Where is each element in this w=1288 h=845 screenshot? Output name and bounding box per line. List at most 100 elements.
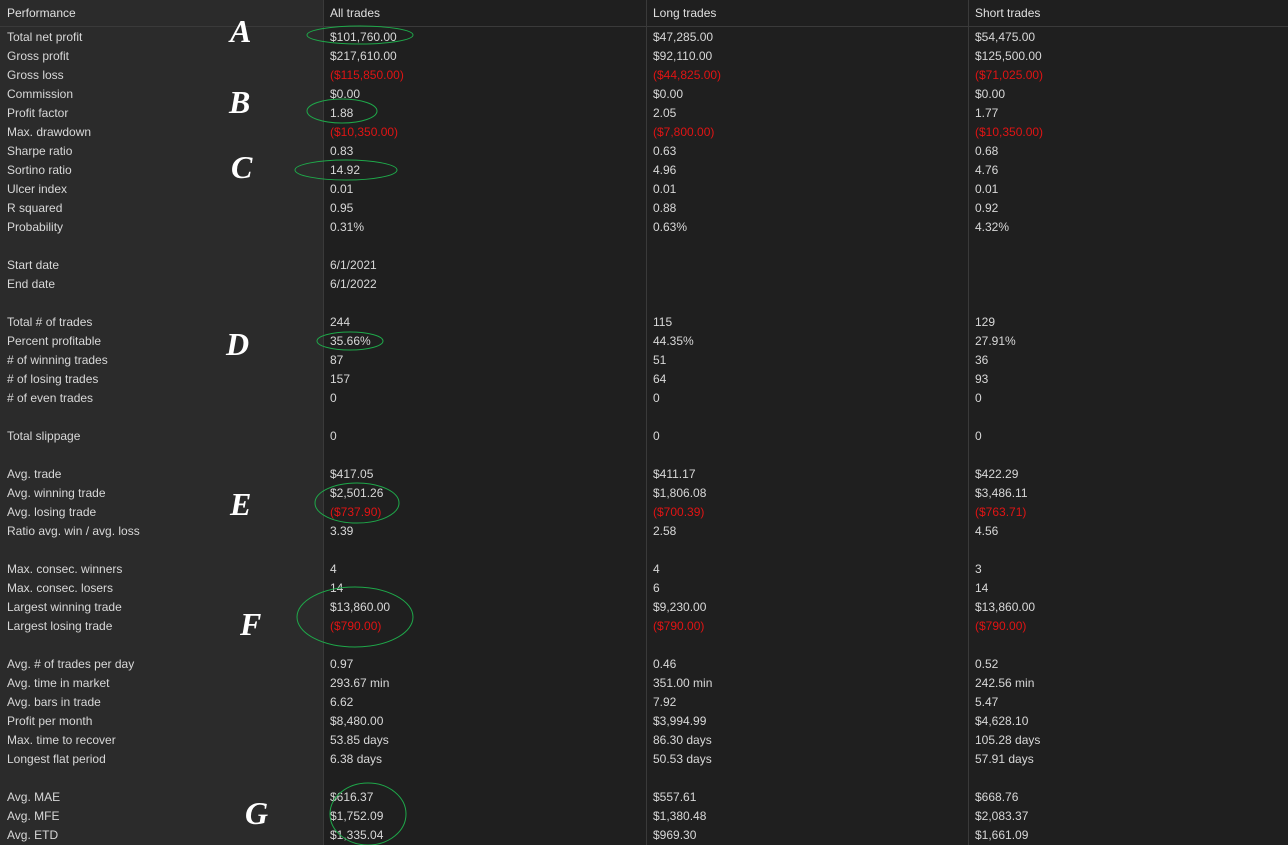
long-trades-value: 0.46 (653, 657, 677, 671)
long-trades-value: 6 (653, 581, 660, 595)
header-all-trades[interactable]: All trades (330, 6, 380, 20)
table-row: Total # of trades 244 115 129 (0, 312, 1288, 331)
header-short-trades[interactable]: Short trades (975, 6, 1040, 20)
all-trades-value: $1,335.04 (330, 828, 384, 842)
spacer-row (0, 635, 1288, 654)
long-trades-value: $92,110.00 (653, 49, 713, 63)
table-row: Gross loss ($115,850.00) ($44,825.00) ($71,… (0, 65, 1288, 84)
short-trades-value: 4.32% (975, 220, 1010, 234)
long-trades-value: 0 (653, 391, 660, 405)
long-trades-value: ($700.39) (653, 505, 705, 519)
header-performance[interactable]: Performance (7, 6, 76, 20)
table-row: Max. time to recover 53.85 days 86.30 days… (0, 730, 1288, 749)
short-trades-value: 3 (975, 562, 982, 576)
row-label: Gross profit (7, 49, 70, 63)
row-label: Max. consec. losers (7, 581, 114, 595)
table-row: End date 6/1/2022 (0, 274, 1288, 293)
row-label: Max. time to recover (7, 733, 116, 747)
all-trades-value: 14.92 (330, 163, 361, 177)
long-trades-value: 0.63% (653, 220, 688, 234)
short-trades-value: 0 (975, 391, 982, 405)
short-trades-value: 1.77 (975, 106, 999, 120)
long-trades-value: 115 (653, 315, 673, 329)
table-row: Avg. losing trade ($737.90) ($700.39) ($763… (0, 502, 1288, 521)
long-trades-value: ($44,825.00) (653, 68, 722, 82)
table-row: Avg. MAE $616.37 $557.61 $668.76 (0, 787, 1288, 806)
row-label: # of losing trades (7, 372, 99, 386)
all-trades-value: 3.39 (330, 524, 354, 538)
all-trades-value: ($737.90) (330, 505, 382, 519)
all-trades-value: $13,860.00 (330, 600, 391, 614)
all-trades-value: $101,760.00 (330, 30, 397, 44)
row-label: Avg. time in market (7, 676, 110, 690)
long-trades-value: $9,230.00 (653, 600, 707, 614)
row-label: Total slippage (7, 429, 81, 443)
row-label: Avg. bars in trade (7, 695, 101, 709)
row-label: # of winning trades (7, 353, 108, 367)
short-trades-value: 57.91 days (975, 752, 1034, 766)
all-trades-value: $217,610.00 (330, 49, 397, 63)
table-row: Profit factor 1.88 2.05 1.77 (0, 103, 1288, 122)
all-trades-value: 293.67 min (330, 676, 390, 690)
all-trades-value: 14 (330, 581, 344, 595)
row-label: Probability (7, 220, 64, 234)
all-trades-value: 0 (330, 429, 337, 443)
long-trades-value: 0 (653, 429, 660, 443)
long-trades-value: 51 (653, 353, 667, 367)
spacer-row (0, 540, 1288, 559)
table-row: Profit per month $8,480.00 $3,994.99 $4,628… (0, 711, 1288, 730)
short-trades-value: 14 (975, 581, 989, 595)
long-trades-value: $0.00 (653, 87, 684, 101)
table-row: Avg. time in market 293.67 min 351.00 min 2… (0, 673, 1288, 692)
annotation-letter-b: B (229, 84, 251, 120)
all-trades-value: 87 (330, 353, 344, 367)
table-row: Max. consec. losers 14 6 14 (0, 578, 1288, 597)
performance-grid: Performance All trades Long trades Short… (0, 0, 1288, 845)
table-row: Avg. winning trade $2,501.26 $1,806.08 $3,4… (0, 483, 1288, 502)
table-row: Commission $0.00 $0.00 $0.00 (0, 84, 1288, 103)
all-trades-value: $616.37 (330, 790, 374, 804)
all-trades-value: $2,501.26 (330, 486, 384, 500)
all-trades-value: $417.05 (330, 467, 374, 481)
short-trades-value: $3,486.11 (975, 486, 1028, 500)
all-trades-value: $0.00 (330, 87, 361, 101)
short-trades-value: $668.76 (975, 790, 1019, 804)
table-row: Probability 0.31% 0.63% 4.32% (0, 217, 1288, 236)
row-label: Avg. MFE (7, 809, 60, 823)
short-trades-value: 0.68 (975, 144, 999, 158)
header-long-trades[interactable]: Long trades (653, 6, 716, 20)
row-label: Avg. losing trade (7, 505, 97, 519)
table-row: Sortino ratio 14.92 4.96 4.76 (0, 160, 1288, 179)
row-label: Commission (7, 87, 74, 101)
all-trades-value: 6/1/2022 (330, 277, 377, 291)
spacer-row (0, 768, 1288, 787)
table-row: # of losing trades 157 64 93 (0, 369, 1288, 388)
table-row: Largest losing trade ($790.00) ($790.00) ($… (0, 616, 1288, 635)
all-trades-value: $8,480.00 (330, 714, 384, 728)
table-row: # of even trades 0 0 0 (0, 388, 1288, 407)
table-row: Start date 6/1/2021 (0, 255, 1288, 274)
annotation-letter-e: E (230, 486, 252, 522)
annotation-letter-f: F (240, 606, 262, 642)
all-trades-value: 0 (330, 391, 337, 405)
short-trades-value: 105.28 days (975, 733, 1041, 747)
table-row: R squared 0.95 0.88 0.92 (0, 198, 1288, 217)
long-trades-value: 64 (653, 372, 667, 386)
short-trades-value: ($790.00) (975, 619, 1027, 633)
short-trades-value: $0.00 (975, 87, 1006, 101)
header-row: Performance All trades Long trades Short… (0, 0, 1288, 27)
table-row: Max. drawdown ($10,350.00) ($7,800.00) ($10… (0, 122, 1288, 141)
annotation-letter-d: D (226, 326, 250, 362)
long-trades-value: $47,285.00 (653, 30, 714, 44)
short-trades-value: 5.47 (975, 695, 999, 709)
row-label: Ratio avg. win / avg. loss (7, 524, 140, 538)
table-row: Sharpe ratio 0.83 0.63 0.68 (0, 141, 1288, 160)
all-trades-value: 0.31% (330, 220, 365, 234)
row-label: Profit factor (7, 106, 69, 120)
all-trades-value: 0.83 (330, 144, 354, 158)
row-label: Avg. # of trades per day (7, 657, 135, 671)
short-trades-value: 0.01 (975, 182, 999, 196)
long-trades-value: ($7,800.00) (653, 125, 715, 139)
table-row: Avg. ETD $1,335.04 $969.30 $1,661.09 (0, 825, 1288, 844)
long-trades-value: 0.63 (653, 144, 677, 158)
